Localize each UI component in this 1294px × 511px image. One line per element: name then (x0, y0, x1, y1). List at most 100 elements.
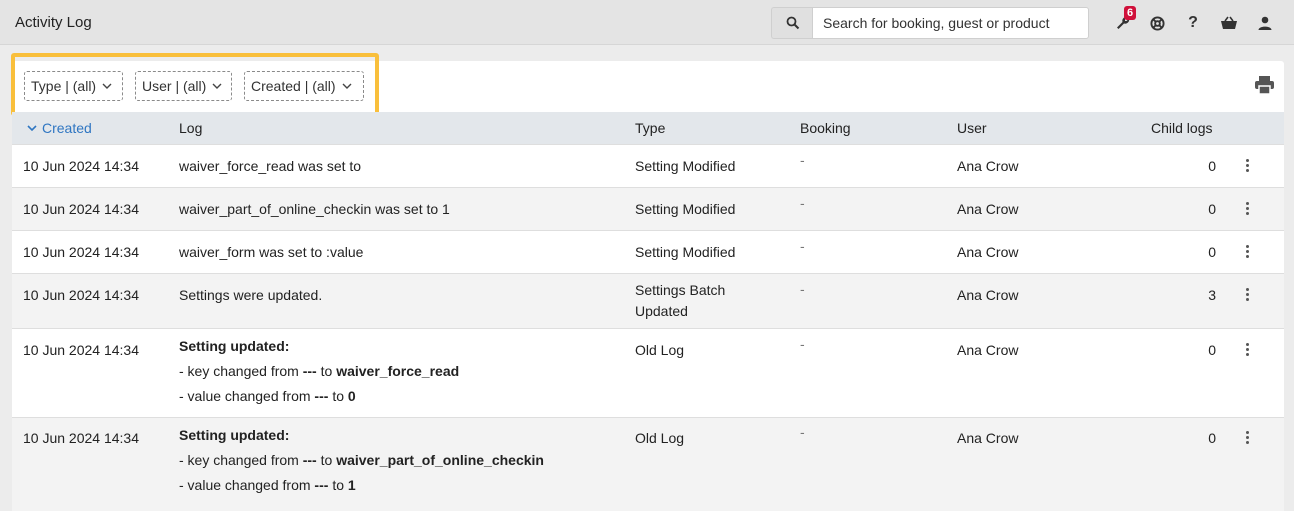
cell-type: Setting Modified (635, 201, 736, 217)
filter-type-label: Type | (all) (31, 78, 97, 94)
cell-user: Ana Crow (957, 430, 1019, 446)
log-text: - key changed from (179, 452, 299, 468)
cell-booking: - (800, 336, 805, 352)
cell-created: 10 Jun 2024 14:34 (23, 342, 139, 358)
log-text: to (320, 452, 333, 468)
notification-badge: 6 (1124, 6, 1137, 20)
sort-desc-icon (27, 125, 37, 131)
cell-child-logs: 3 (1208, 287, 1216, 303)
cell-type-line: Updated (635, 303, 688, 319)
log-value: --- (302, 363, 317, 379)
cell-log: Settings were updated. (179, 287, 323, 303)
log-value: waiver_force_read (336, 363, 460, 379)
log-text: to (332, 477, 344, 493)
cell-user: Ana Crow (957, 287, 1019, 303)
basket-icon (1221, 16, 1237, 29)
page-title: Activity Log (15, 14, 92, 31)
help-icon: ? (1188, 14, 1198, 31)
filter-created[interactable]: Created | (all) (244, 71, 364, 101)
account-button[interactable] (1254, 12, 1276, 34)
log-text: to (332, 388, 344, 404)
cell-type: Setting Modified (635, 244, 736, 260)
print-button[interactable] (1255, 76, 1274, 97)
log-key-change: - key changed from --- to waiver_force_r… (179, 359, 459, 384)
cell-user: Ana Crow (957, 201, 1019, 217)
filter-user-label: User | (all) (142, 78, 207, 94)
top-bar (0, 0, 1294, 45)
column-user[interactable]: User (957, 120, 987, 136)
row-menu-button[interactable] (1242, 430, 1252, 446)
log-value-change: - value changed from --- to 0 (179, 384, 459, 409)
cell-user: Ana Crow (957, 342, 1019, 358)
support-button[interactable] (1146, 12, 1168, 34)
cell-booking: - (800, 195, 805, 211)
kebab-icon (1242, 159, 1252, 172)
search-button[interactable] (771, 7, 813, 39)
cell-user: Ana Crow (957, 158, 1019, 174)
cell-child-logs: 0 (1208, 342, 1216, 358)
filter-user[interactable]: User | (all) (135, 71, 232, 101)
log-text: - value changed from (179, 388, 311, 404)
cell-type: Settings Batch Updated (635, 280, 725, 322)
log-text: to (320, 363, 333, 379)
search-icon (786, 16, 799, 30)
kebab-icon (1242, 343, 1252, 356)
chevron-down-icon (102, 83, 112, 89)
cell-created: 10 Jun 2024 14:34 (23, 201, 139, 217)
column-log[interactable]: Log (179, 120, 202, 136)
cell-user: Ana Crow (957, 244, 1019, 260)
log-text: - key changed from (179, 363, 299, 379)
cell-log: waiver_form was set to :value (179, 244, 364, 260)
cell-booking: - (800, 424, 805, 440)
cell-child-logs: 0 (1208, 201, 1216, 217)
row-menu-button[interactable] (1242, 287, 1252, 303)
row-menu-button[interactable] (1242, 342, 1252, 358)
cell-type: Setting Modified (635, 158, 736, 174)
log-value: --- (314, 477, 329, 493)
cell-log: Setting updated: - key changed from --- … (179, 334, 459, 409)
search-input[interactable] (812, 7, 1089, 39)
cell-booking: - (800, 281, 805, 297)
kebab-icon (1242, 431, 1252, 444)
log-value: 1 (347, 477, 356, 493)
kebab-icon (1242, 245, 1252, 258)
column-booking[interactable]: Booking (800, 120, 851, 136)
log-value: waiver_part_of_online_checkin (336, 452, 544, 468)
column-created-label: Created (42, 120, 92, 136)
printer-icon (1255, 76, 1274, 95)
log-key-change: - key changed from --- to waiver_part_of… (179, 448, 544, 473)
row-menu-button[interactable] (1242, 158, 1252, 174)
column-created[interactable]: Created (27, 120, 92, 136)
filter-created-label: Created | (all) (251, 78, 336, 94)
column-child-logs[interactable]: Child logs (1151, 120, 1212, 136)
chevron-down-icon (342, 83, 352, 89)
cell-booking: - (800, 238, 805, 254)
cell-created: 10 Jun 2024 14:34 (23, 287, 139, 303)
cell-created: 10 Jun 2024 14:34 (23, 430, 139, 446)
basket-button[interactable] (1218, 12, 1240, 34)
log-value: --- (302, 452, 317, 468)
user-icon (1258, 16, 1272, 30)
chevron-down-icon (212, 83, 222, 89)
filter-type[interactable]: Type | (all) (24, 71, 123, 101)
log-value: 0 (347, 388, 356, 404)
row-menu-button[interactable] (1242, 201, 1252, 217)
cell-child-logs: 0 (1208, 158, 1216, 174)
support-icon (1149, 15, 1165, 31)
log-text: - value changed from (179, 477, 311, 493)
kebab-icon (1242, 288, 1252, 301)
kebab-icon (1242, 202, 1252, 215)
cell-created: 10 Jun 2024 14:34 (23, 158, 139, 174)
help-button[interactable]: ? (1182, 12, 1204, 34)
cell-type-line: Settings Batch (635, 282, 726, 298)
log-title: Setting updated: (179, 338, 290, 354)
cell-log: waiver_force_read was set to (179, 158, 362, 174)
cell-child-logs: 0 (1208, 430, 1216, 446)
row-menu-button[interactable] (1242, 244, 1252, 260)
column-type[interactable]: Type (635, 120, 665, 136)
cell-log: Setting updated: - key changed from --- … (179, 423, 544, 498)
cell-type: Old Log (635, 342, 685, 358)
cell-type: Old Log (635, 430, 685, 446)
log-title: Setting updated: (179, 427, 290, 443)
log-value-change: - value changed from --- to 1 (179, 473, 544, 498)
